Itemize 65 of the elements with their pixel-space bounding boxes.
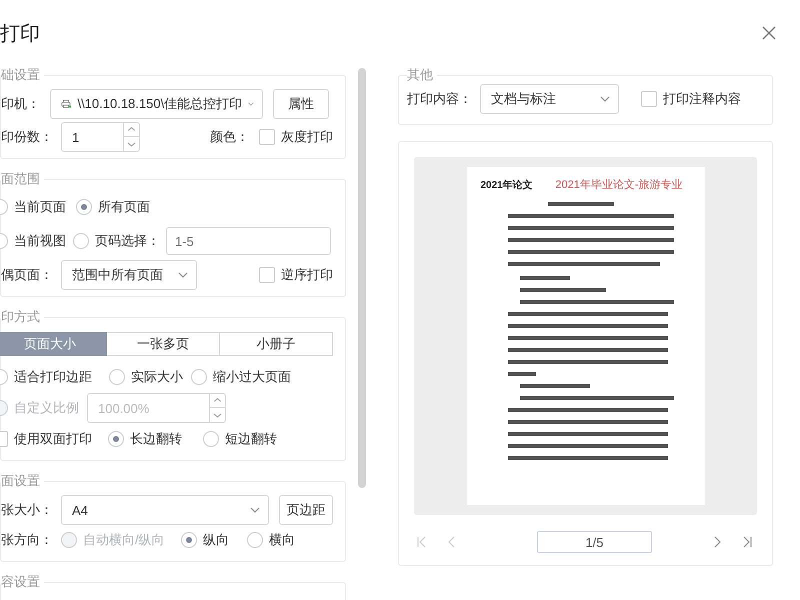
radio-label: 当前视图 — [14, 232, 66, 250]
group-title: 面范围 — [1, 170, 41, 188]
checkbox[interactable] — [641, 91, 657, 107]
chevron-icon — [248, 101, 254, 107]
scrollbar[interactable] — [358, 68, 366, 488]
radio-button[interactable] — [203, 431, 219, 447]
radio-label: 实际大小 — [131, 368, 183, 386]
group-title: 容设置 — [1, 573, 41, 591]
close-icon[interactable] — [762, 26, 776, 40]
checkbox[interactable] — [259, 267, 275, 283]
field-label: 印机： — [1, 95, 41, 113]
field-label: 打印内容： — [407, 90, 472, 108]
radio-label: 纵向 — [203, 531, 229, 549]
radio-button[interactable] — [76, 199, 92, 215]
radio-button[interactable] — [73, 233, 89, 249]
first-page-icon[interactable] — [417, 536, 427, 548]
margins-button[interactable]: 页边距 — [278, 495, 333, 525]
field-label: 张方向： — [1, 531, 53, 549]
radio-label: 自动横向/纵向 — [83, 531, 165, 549]
radio-button[interactable] — [108, 431, 124, 447]
checkbox-label: 逆序打印 — [281, 266, 333, 284]
document-title: 2021年毕业论文-旅游专业 — [555, 178, 682, 192]
checkbox-label: 灰度打印 — [281, 128, 333, 146]
chevron-icon — [178, 272, 188, 278]
radio-label: 自定义比例 — [14, 399, 79, 417]
group-title: 面设置 — [1, 472, 41, 490]
field-label: 偶页面： — [1, 266, 53, 284]
chevron-icon — [250, 507, 260, 513]
field-label: 颜色： — [210, 128, 250, 146]
print-content-select[interactable]: 文档与标注 — [480, 84, 619, 114]
dialog-title: 打印 — [0, 22, 40, 46]
radio-label: 所有页面 — [98, 198, 150, 216]
mode-tab[interactable]: 一张多页 — [107, 332, 220, 356]
copies-field[interactable]: 1 — [61, 122, 140, 152]
radio-button[interactable] — [247, 532, 263, 548]
group-title: 印方式 — [1, 308, 41, 326]
odd-even-select[interactable]: 范围中所有页面 — [61, 260, 197, 290]
group-title: 础设置 — [1, 66, 41, 84]
radio-label: 短边翻转 — [225, 430, 277, 448]
properties-button[interactable]: 属性 — [273, 89, 329, 119]
radio-button[interactable] — [109, 369, 125, 385]
radio-label: 当前页面 — [14, 198, 66, 216]
page-range-field[interactable]: 1-5 — [166, 227, 331, 255]
radio-label: 横向 — [269, 531, 295, 549]
page-header-text: 2021年论文 — [480, 178, 533, 192]
radio-label: 适合打印边距 — [14, 368, 92, 386]
checkbox[interactable] — [259, 129, 275, 145]
radio-label: 长边翻转 — [130, 430, 182, 448]
radio-label: 缩小过大页面 — [213, 368, 291, 386]
checkbox-label: 打印注释内容 — [663, 90, 741, 108]
field-label: 张大小： — [1, 501, 53, 519]
group-title: 其他 — [407, 66, 434, 84]
mode-tab[interactable]: 小册子 — [220, 332, 333, 356]
paper-size-select[interactable]: A4 — [61, 495, 269, 525]
page-number-field[interactable]: 1/5 — [537, 531, 652, 553]
printer-select[interactable]: \\10.10.18.150\佳能总控打印 — [50, 89, 263, 119]
radio-button[interactable] — [191, 369, 207, 385]
checkbox-label: 使用双面打印 — [14, 430, 92, 448]
radio-button[interactable] — [181, 532, 197, 548]
next-page-icon[interactable] — [713, 536, 721, 548]
previous-page-icon[interactable] — [448, 536, 456, 548]
last-page-icon[interactable] — [742, 536, 752, 548]
field-label: 印份数： — [1, 128, 53, 146]
radio-label: 页码选择： — [95, 232, 160, 250]
chevron-icon — [600, 96, 610, 102]
